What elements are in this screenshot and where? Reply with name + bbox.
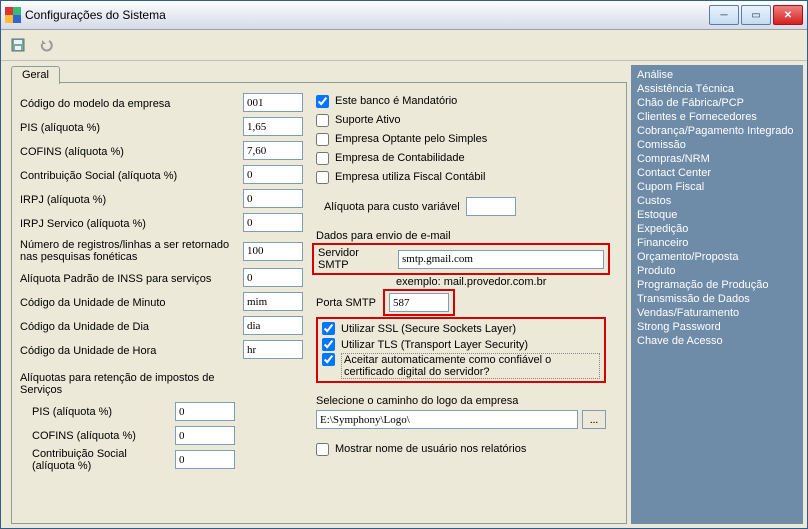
tab-panel-geral: Código do modelo da empresa PIS (alíquot…	[11, 82, 627, 524]
checkbox-suporte-ativo[interactable]	[316, 114, 329, 127]
label-cod-hora: Código da Unidade de Hora	[20, 340, 235, 361]
label-mostrar-nome: Mostrar nome de usuário nos relatórios	[335, 443, 526, 455]
label-cod-dia: Código da Unidade de Dia	[20, 316, 235, 337]
label-aliq-custo: Alíquota para custo variável	[324, 201, 460, 213]
input-codigo-modelo[interactable]	[243, 93, 303, 112]
checkbox-use-tls[interactable]	[322, 338, 335, 351]
input-cod-hora[interactable]	[243, 340, 303, 359]
checkbox-mostrar-nome[interactable]	[316, 443, 329, 456]
titlebar: Configurações do Sistema ─ ▭ ✕	[1, 1, 807, 30]
window-title: Configurações do Sistema	[25, 8, 709, 22]
input-logo-path[interactable]	[316, 410, 578, 429]
checkbox-fiscal-contabil[interactable]	[316, 171, 329, 184]
input-cofins[interactable]	[243, 141, 303, 160]
input-irpj[interactable]	[243, 189, 303, 208]
label-servidor-smtp: Servidor SMTP	[318, 247, 392, 271]
input-aliq-inss[interactable]	[243, 268, 303, 287]
input-ret-pis[interactable]	[175, 402, 235, 421]
label-num-registros: Número de registros/linhas a ser retorna…	[20, 237, 235, 265]
input-cod-minuto[interactable]	[243, 292, 303, 311]
checkbox-optante-simples[interactable]	[316, 133, 329, 146]
label-ret-cofins: COFINS (alíquota %)	[32, 430, 169, 442]
label-suporte-ativo: Suporte Ativo	[335, 114, 400, 126]
sidebar-item[interactable]: Análise	[637, 69, 797, 81]
sidebar-item[interactable]: Expedição	[637, 223, 797, 235]
checkbox-aceitar-cert[interactable]	[322, 353, 335, 366]
sidebar-item[interactable]: Clientes e Fornecedores	[637, 111, 797, 123]
label-use-ssl: Utilizar SSL (Secure Sockets Layer)	[341, 323, 516, 335]
label-contrib-social: Contribuição Social (alíquota %)	[20, 165, 235, 186]
input-porta-smtp[interactable]	[389, 293, 449, 312]
tab-geral[interactable]: Geral	[11, 66, 60, 84]
save-icon[interactable]	[7, 34, 29, 56]
input-servidor-smtp[interactable]	[398, 250, 604, 269]
sidebar-item[interactable]: Financeiro	[637, 237, 797, 249]
sidebar-item[interactable]: Estoque	[637, 209, 797, 221]
close-button[interactable]: ✕	[773, 5, 803, 25]
label-use-tls: Utilizar TLS (Transport Layer Security)	[341, 339, 528, 351]
label-ret-contrib: Contribuição Social (alíquota %)	[32, 448, 169, 472]
sidebar-item[interactable]: Chave de Acesso	[637, 335, 797, 347]
label-dados-email: Dados para envio de e-mail	[316, 230, 606, 242]
sidebar-item[interactable]: Assistência Técnica	[637, 83, 797, 95]
input-contrib-social[interactable]	[243, 165, 303, 184]
input-cod-dia[interactable]	[243, 316, 303, 335]
input-pis[interactable]	[243, 117, 303, 136]
checkbox-banco-mandatorio[interactable]	[316, 95, 329, 108]
sidebar-item[interactable]: Custos	[637, 195, 797, 207]
label-fiscal-contabil: Empresa utiliza Fiscal Contábil	[335, 171, 485, 183]
label-irpj: IRPJ (alíquota %)	[20, 189, 235, 210]
input-aliq-custo[interactable]	[466, 197, 516, 216]
checkbox-use-ssl[interactable]	[322, 322, 335, 335]
sidebar-item[interactable]: Cupom Fiscal	[637, 181, 797, 193]
label-irpj-servico: IRPJ Servico (alíquota %)	[20, 213, 235, 234]
toolbar	[1, 30, 807, 61]
sidebar-item[interactable]: Transmissão de Dados	[637, 293, 797, 305]
undo-icon[interactable]	[35, 34, 57, 56]
checkbox-contabilidade[interactable]	[316, 152, 329, 165]
sidebar-item[interactable]: Strong Password	[637, 321, 797, 333]
label-aceitar-cert: Aceitar automaticamente como confiável o…	[341, 353, 600, 379]
browse-logo-button[interactable]: ...	[582, 410, 606, 429]
sidebar-item[interactable]: Compras/NRM	[637, 153, 797, 165]
sidebar: Análise Assistência Técnica Chão de Fábr…	[631, 65, 803, 524]
sidebar-item[interactable]: Orçamento/Proposta	[637, 251, 797, 263]
label-porta-smtp: Porta SMTP	[316, 297, 381, 309]
input-irpj-servico[interactable]	[243, 213, 303, 232]
label-sel-logo: Selecione o caminho do logo da empresa	[316, 395, 606, 407]
window: Configurações do Sistema ─ ▭ ✕ Geral Cód…	[0, 0, 808, 529]
label-aliq-inss: Alíquota Padrão de INSS para serviços	[20, 268, 235, 289]
sidebar-item[interactable]: Contact Center	[637, 167, 797, 179]
label-contabilidade: Empresa de Contabilidade	[335, 152, 465, 164]
input-ret-contrib[interactable]	[175, 450, 235, 469]
sidebar-item[interactable]: Chão de Fábrica/PCP	[637, 97, 797, 109]
app-icon	[5, 7, 21, 23]
label-banco-mandatorio: Este banco é Mandatório	[335, 95, 457, 107]
sidebar-item[interactable]: Produto	[637, 265, 797, 277]
label-ret-pis: PIS (alíquota %)	[32, 406, 169, 418]
label-codigo-modelo: Código do modelo da empresa	[20, 93, 235, 114]
label-exemplo-smtp: exemplo: mail.provedor.com.br	[396, 276, 606, 288]
label-retencao-head: Alíquotas para retenção de impostos de S…	[20, 372, 235, 396]
label-cod-minuto: Código da Unidade de Minuto	[20, 292, 235, 313]
label-optante-simples: Empresa Optante pelo Simples	[335, 133, 487, 145]
label-pis: PIS (alíquota %)	[20, 117, 235, 138]
label-cofins: COFINS (alíquota %)	[20, 141, 235, 162]
minimize-button[interactable]: ─	[709, 5, 739, 25]
sidebar-item[interactable]: Comissão	[637, 139, 797, 151]
sidebar-item[interactable]: Vendas/Faturamento	[637, 307, 797, 319]
sidebar-item[interactable]: Programação de Produção	[637, 279, 797, 291]
sidebar-item[interactable]: Cobrança/Pagamento Integrado	[637, 125, 797, 137]
input-ret-cofins[interactable]	[175, 426, 235, 445]
input-num-registros[interactable]	[243, 242, 303, 261]
client-area: Geral Código do modelo da empresa PIS (a…	[1, 61, 807, 528]
maximize-button[interactable]: ▭	[741, 5, 771, 25]
